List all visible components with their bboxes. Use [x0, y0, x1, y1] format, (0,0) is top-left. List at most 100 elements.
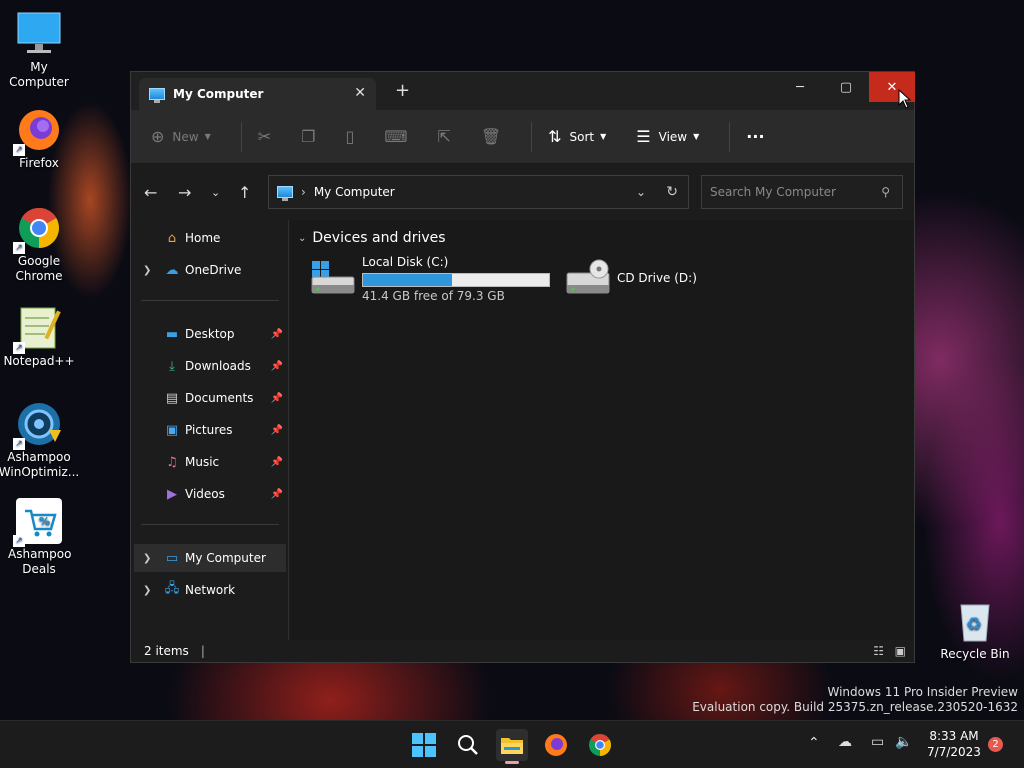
desktop-icon-ashampoo-deals[interactable]: % ↗ Ashampoo Deals — [0, 497, 78, 577]
search-button[interactable] — [452, 729, 484, 761]
cloud-icon: ☁ — [165, 262, 179, 278]
desktop-icon-notepadpp[interactable]: ↗ Notepad++ — [0, 304, 78, 369]
sidebar-item-label: Downloads — [185, 359, 251, 373]
sidebar-item-documents[interactable]: ▤ Documents 📌 — [131, 384, 289, 412]
desktop-folder-icon: ▬ — [165, 326, 179, 342]
share-button[interactable]: ⇱ — [437, 127, 450, 146]
drive-item-d[interactable]: CD Drive (D:) — [565, 255, 765, 305]
copy-button[interactable]: ❐ — [301, 127, 315, 146]
rename-button[interactable]: ⌨ — [384, 127, 407, 146]
show-hidden-icons-button[interactable]: ⌃ — [808, 735, 820, 751]
drive-usage-bar — [362, 273, 550, 287]
desktop-icon-firefox[interactable]: ↗ Firefox — [0, 106, 78, 171]
paste-button[interactable]: ▯ — [346, 127, 355, 146]
details-view-button[interactable]: ☷ — [873, 644, 884, 658]
view-icon: ☰ — [636, 127, 651, 146]
download-icon: ⤓ — [169, 358, 175, 374]
desktop-icon-label: Ashampoo Deals — [8, 547, 72, 576]
drive-info: 41.4 GB free of 79.3 GB — [362, 289, 505, 303]
watermark-line2: Evaluation copy. Build 25375.zn_release.… — [692, 700, 1018, 714]
cloud-offline-icon[interactable]: ☁ — [838, 734, 852, 750]
sidebar-item-label: Videos — [185, 487, 225, 501]
notification-badge[interactable]: 2 — [988, 737, 1003, 752]
maximize-button[interactable]: ▢ — [823, 72, 869, 102]
sidebar-item-onedrive[interactable]: ❯ ☁ OneDrive — [131, 256, 289, 284]
more-options-button[interactable]: ··· — [746, 127, 764, 146]
desktop-icon-recycle-bin[interactable]: ♻ Recycle Bin — [936, 597, 1014, 662]
network-status-icon[interactable]: ▭ — [871, 734, 884, 750]
command-bar: ⊕ New ▼ ✂ ❐ ▯ ⌨ ⇱ 🗑 ⇅ Sort ▼ ☰ View ▼ ··· — [131, 110, 914, 164]
refresh-icon[interactable]: ↻ — [666, 184, 678, 200]
recent-locations-button[interactable]: ⌄ — [211, 186, 220, 199]
drive-name: Local Disk (C:) — [362, 255, 449, 269]
monitor-icon — [15, 10, 63, 58]
new-tab-button[interactable]: + — [395, 82, 410, 100]
pin-icon[interactable]: 📌 — [271, 457, 283, 468]
watermark-line1: Windows 11 Pro Insider Preview — [827, 685, 1018, 699]
status-divider: | — [200, 644, 205, 658]
start-button[interactable] — [408, 729, 440, 761]
chevron-right-icon[interactable]: ❯ — [143, 585, 151, 596]
sort-icon: ⇅ — [548, 127, 562, 146]
tab-my-computer[interactable]: My Computer ✕ — [139, 78, 376, 110]
pin-icon[interactable]: 📌 — [271, 393, 283, 404]
chrome-icon — [589, 734, 611, 756]
delete-button[interactable]: 🗑 — [481, 127, 501, 146]
notification-count: 2 — [992, 739, 999, 750]
pin-icon[interactable]: 📌 — [271, 329, 283, 340]
taskbar-firefox[interactable] — [540, 729, 572, 761]
section-header-devices[interactable]: ⌄ Devices and drives — [298, 230, 446, 246]
clock[interactable]: 8:33 AM 7/7/2023 — [926, 728, 982, 760]
chevron-right-icon[interactable]: ❯ — [143, 265, 151, 276]
clipboard-icon: ▯ — [345, 127, 355, 146]
desktop-icon-chrome[interactable]: ↗ Google Chrome — [0, 204, 78, 284]
up-button[interactable]: ↑ — [238, 183, 251, 202]
sidebar-item-downloads[interactable]: ⤓ Downloads 📌 — [131, 352, 289, 380]
file-explorer-window: My Computer ✕ + ─ ▢ ✕ ⊕ New ▼ ✂ ❐ ▯ ⌨ ⇱ 🗑 … — [130, 71, 915, 663]
address-dropdown-icon[interactable]: ⌄ — [636, 185, 646, 199]
volume-icon[interactable]: 🔈 — [895, 734, 912, 750]
sidebar-item-label: Desktop — [185, 327, 235, 341]
address-bar[interactable]: › My Computer ⌄ ↻ — [268, 175, 689, 209]
notepadpp-icon: ↗ — [13, 304, 63, 354]
drive-item-c[interactable]: Local Disk (C:) 41.4 GB free of 79.3 GB — [310, 255, 554, 305]
view-label: View — [658, 129, 688, 144]
taskbar-file-explorer[interactable] — [496, 729, 528, 764]
drive-usage-fill — [363, 274, 452, 286]
forward-button[interactable]: → — [178, 183, 191, 202]
large-icons-view-button[interactable]: ▣ — [895, 644, 906, 658]
folder-icon — [501, 738, 523, 754]
sidebar-item-my-computer[interactable]: ❯ ▭ My Computer — [134, 544, 286, 572]
sort-button[interactable]: ⇅ Sort ▼ — [548, 127, 606, 146]
close-tab-icon[interactable]: ✕ — [354, 85, 366, 101]
desktop-icon-my-computer[interactable]: My Computer — [0, 10, 78, 90]
new-button[interactable]: ⊕ New ▼ — [151, 127, 211, 146]
clock-time: 8:33 AM — [929, 729, 979, 743]
pin-icon[interactable]: 📌 — [271, 425, 283, 436]
sidebar-item-label: OneDrive — [185, 263, 242, 277]
tab-title: My Computer — [173, 87, 264, 101]
chevron-down-icon: ▼ — [204, 132, 211, 141]
divider — [729, 121, 731, 152]
sidebar-item-network[interactable]: ❯ 🖧 Network — [131, 576, 289, 604]
chevron-right-icon[interactable]: ❯ — [143, 553, 151, 564]
desktop-icon-label: My Computer — [9, 60, 69, 89]
search-input[interactable]: Search My Computer ⚲ — [701, 175, 903, 209]
title-bar[interactable]: My Computer ✕ + ─ ▢ ✕ — [131, 72, 915, 110]
desktop-icon-winoptimizer[interactable]: ↗ Ashampoo WinOptimiz... — [0, 400, 79, 480]
sidebar-item-music[interactable]: ♫ Music 📌 — [131, 448, 289, 476]
sidebar-item-desktop[interactable]: ▬ Desktop 📌 — [131, 320, 289, 348]
cut-button[interactable]: ✂ — [258, 127, 271, 146]
minimize-button[interactable]: ─ — [777, 72, 823, 102]
pin-icon[interactable]: 📌 — [271, 361, 283, 372]
section-header-label: Devices and drives — [312, 230, 446, 246]
taskbar-chrome[interactable] — [584, 729, 616, 761]
sidebar-item-home[interactable]: ⌂ Home — [131, 224, 289, 252]
home-icon: ⌂ — [167, 230, 177, 246]
pin-icon[interactable]: 📌 — [271, 489, 283, 500]
sidebar-item-videos[interactable]: ▶ Videos 📌 — [131, 480, 289, 508]
chevron-down-icon: ▼ — [600, 132, 607, 141]
view-button[interactable]: ☰ View ▼ — [636, 127, 699, 146]
back-button[interactable]: ← — [144, 183, 157, 202]
sidebar-item-pictures[interactable]: ▣ Pictures 📌 — [131, 416, 289, 444]
